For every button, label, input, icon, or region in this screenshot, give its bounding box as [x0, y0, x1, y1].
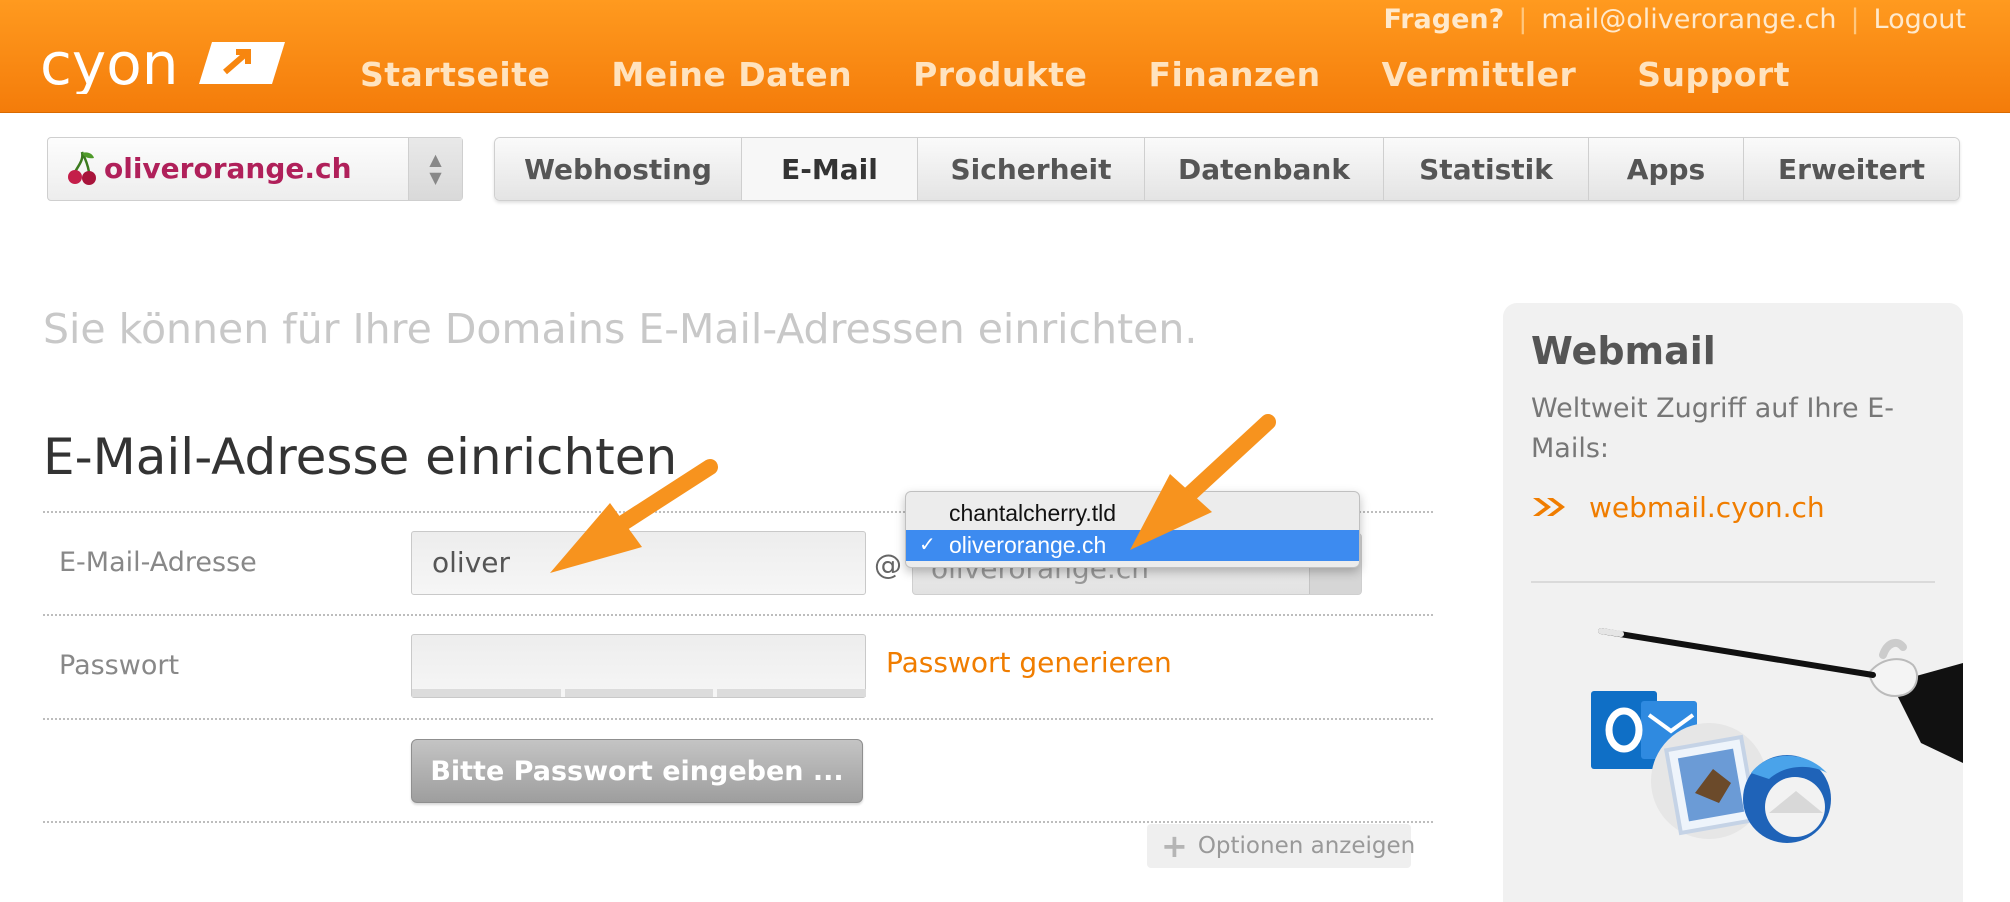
show-options-button[interactable]: + Optionen anzeigen — [1147, 824, 1415, 868]
sidebar-text: Weltweit Zugriff auf Ihre E-Mails: — [1531, 393, 1895, 464]
password-label: Passwort — [59, 650, 180, 681]
domain-selector-stepper[interactable]: ▲ ▼ — [408, 138, 462, 200]
tab-datenbank[interactable]: Datenbank — [1145, 138, 1384, 200]
chevron-down-icon: ▼ — [429, 168, 442, 187]
tab-statistik[interactable]: Statistik — [1384, 138, 1589, 200]
divider — [43, 821, 1433, 823]
annotation-arrow-domain — [1130, 414, 1276, 550]
tab-erweitert[interactable]: Erweitert — [1744, 138, 1959, 200]
logo-text: cyon — [40, 34, 178, 94]
plus-icon: + — [1161, 827, 1188, 865]
main-nav: Startseite Meine Daten Produkte Finanzen… — [360, 55, 1790, 94]
nav-produkte[interactable]: Produkte — [913, 55, 1087, 94]
divider — [43, 614, 1433, 616]
nav-startseite[interactable]: Startseite — [360, 55, 550, 94]
tab-sicherheit[interactable]: Sicherheit — [918, 138, 1145, 200]
tab-apps[interactable]: Apps — [1589, 138, 1744, 200]
at-sign: @ — [874, 548, 902, 581]
cyon-logo[interactable]: cyon — [40, 34, 285, 94]
domain-selector-value: oliverorange.ch — [104, 152, 352, 185]
strength-segment — [412, 689, 561, 697]
nav-support[interactable]: Support — [1637, 55, 1790, 94]
help-link[interactable]: Fragen? — [1384, 4, 1505, 35]
sidebar-divider — [1531, 581, 1935, 583]
product-tabs: Webhosting E-Mail Sicherheit Datenbank S… — [494, 137, 1960, 201]
nav-finanzen[interactable]: Finanzen — [1148, 55, 1320, 94]
submit-button[interactable]: Bitte Passwort eingeben ... — [411, 739, 863, 803]
nav-vermittler[interactable]: Vermittler — [1382, 55, 1577, 94]
domain-selector[interactable]: oliverorange.ch ▲ ▼ — [47, 137, 463, 201]
logout-link[interactable]: Logout — [1874, 4, 1966, 35]
strength-segment — [717, 689, 867, 697]
checkmark-icon: ✓ — [919, 534, 936, 556]
dropdown-option-label: oliverorange.ch — [949, 532, 1107, 558]
dropdown-option-label: chantalcherry.tld — [949, 500, 1117, 526]
email-label: E-Mail-Adresse — [59, 547, 257, 578]
cherry-icon — [68, 151, 96, 185]
double-chevron-right-icon — [1533, 498, 1565, 516]
tab-email[interactable]: E-Mail — [742, 138, 918, 200]
top-links: Fragen? | mail@oliverorange.ch | Logout — [1383, 4, 1967, 35]
divider — [43, 718, 1433, 720]
nav-meine-daten[interactable]: Meine Daten — [611, 55, 852, 94]
chevron-up-icon: ▲ — [429, 150, 442, 169]
account-email-link[interactable]: mail@oliverorange.ch — [1541, 4, 1836, 35]
header-bar: cyon Fragen? | mail@oliverorange.ch | Logout… — [0, 0, 2010, 113]
annotation-arrow-email — [550, 459, 718, 573]
webmail-link[interactable]: webmail.cyon.ch — [1589, 491, 1825, 524]
email-local-part-value: oliver — [432, 546, 510, 579]
intro-text: Sie können für Ihre Domains E-Mail-Adres… — [43, 305, 1198, 353]
tab-webhosting[interactable]: Webhosting — [495, 138, 742, 200]
generate-password-link[interactable]: Passwort generieren — [886, 646, 1172, 679]
password-strength-meter — [412, 689, 867, 697]
show-options-label: Optionen anzeigen — [1197, 833, 1416, 859]
strength-segment — [564, 689, 714, 697]
sidebar-title: Webmail — [1531, 329, 1716, 373]
webmail-sidebar: Webmail Weltweit Zugriff auf Ihre E-Mail… — [1503, 303, 1963, 902]
mail-clients-illustration — [1591, 628, 1963, 843]
